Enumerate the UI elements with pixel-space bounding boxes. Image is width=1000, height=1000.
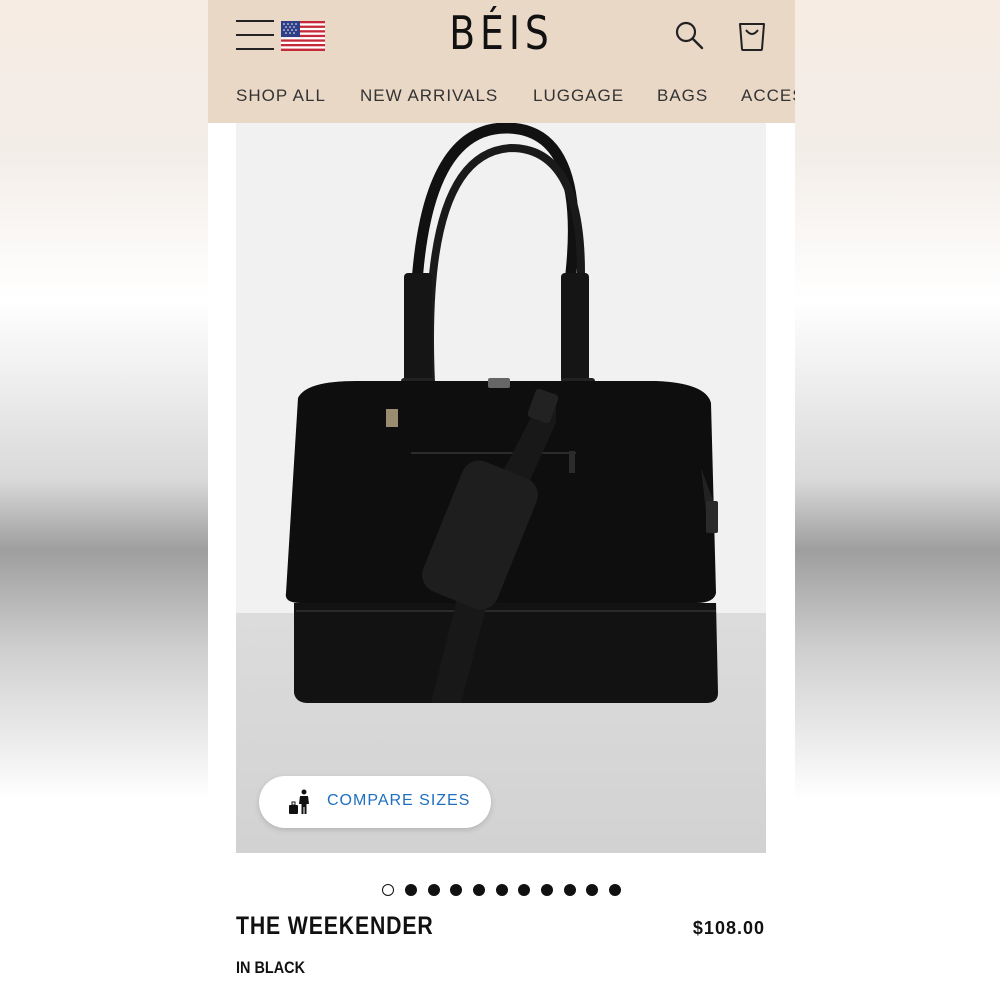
carousel-dot[interactable] [405, 884, 417, 896]
compare-sizes-label: COMPARE SIZES [327, 792, 471, 809]
background-right [795, 0, 1000, 1000]
carousel-dot[interactable] [609, 884, 621, 896]
carousel-dot[interactable] [496, 884, 508, 896]
search-icon[interactable] [674, 20, 704, 50]
carousel-dot[interactable] [473, 884, 485, 896]
shopping-bag-icon[interactable] [736, 18, 768, 52]
nav-luggage[interactable]: LUGGAGE [533, 86, 624, 106]
site-header: BÉIS SHOP ALL NEW ARRIVALS LUGGAGE BAGS … [208, 0, 795, 123]
product-variant: IN BLACK [236, 958, 306, 977]
product-price: $108.00 [692, 918, 765, 938]
site-logo[interactable]: BÉIS [261, 6, 742, 60]
background-left [0, 0, 208, 1000]
carousel-dot[interactable] [564, 884, 576, 896]
carousel-dots [208, 884, 795, 898]
compare-sizes-button[interactable]: COMPARE SIZES [259, 776, 491, 828]
product-image[interactable]: COMPARE SIZES [236, 123, 766, 853]
nav-bags[interactable]: BAGS [657, 86, 708, 106]
carousel-dot[interactable] [450, 884, 462, 896]
nav-shop-all[interactable]: SHOP ALL [236, 86, 326, 106]
nav-new-arrivals[interactable]: NEW ARRIVALS [360, 86, 498, 106]
nav-accessories[interactable]: ACCES [741, 86, 795, 106]
carousel-dot[interactable] [428, 884, 440, 896]
category-nav: SHOP ALL NEW ARRIVALS LUGGAGE BAGS ACCES [208, 86, 795, 108]
carousel-dot[interactable] [586, 884, 598, 896]
carousel-dot[interactable] [382, 884, 394, 896]
person-luggage-icon [289, 789, 309, 814]
phone-screen: BÉIS SHOP ALL NEW ARRIVALS LUGGAGE BAGS … [208, 0, 795, 1000]
carousel-dot[interactable] [518, 884, 530, 896]
carousel-dot[interactable] [541, 884, 553, 896]
weekender-bag-image [285, 123, 718, 703]
product-title: THE WEEKENDER [236, 912, 434, 940]
